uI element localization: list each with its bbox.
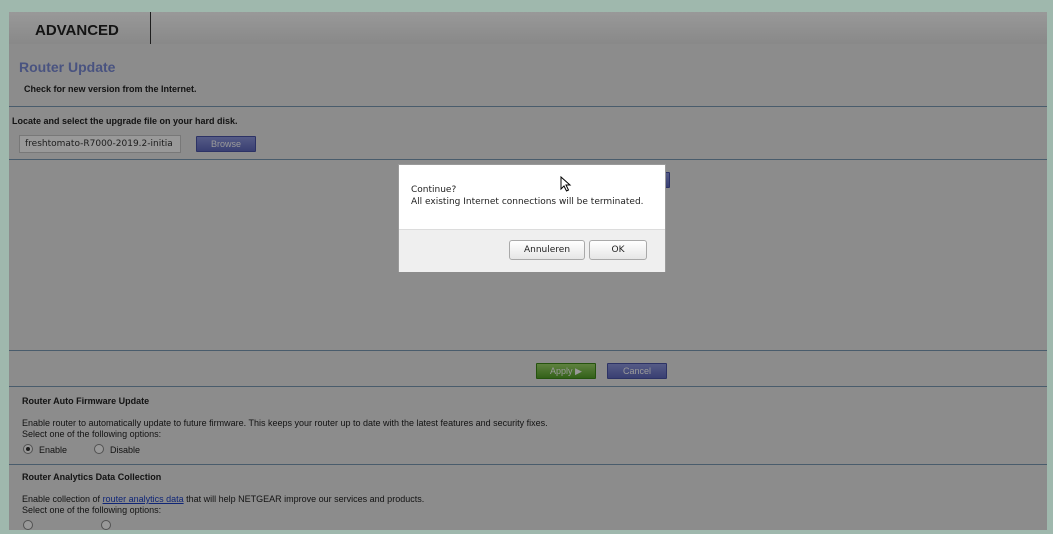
dialog-title: Continue? [411,185,457,195]
dialog-ok-button[interactable]: OK [589,240,647,260]
confirm-dialog: Continue? All existing Internet connecti… [398,164,666,272]
dialog-cancel-button[interactable]: Annuleren [509,240,585,260]
mouse-pointer-icon [560,176,572,192]
dialog-message: All existing Internet connections will b… [411,197,644,207]
